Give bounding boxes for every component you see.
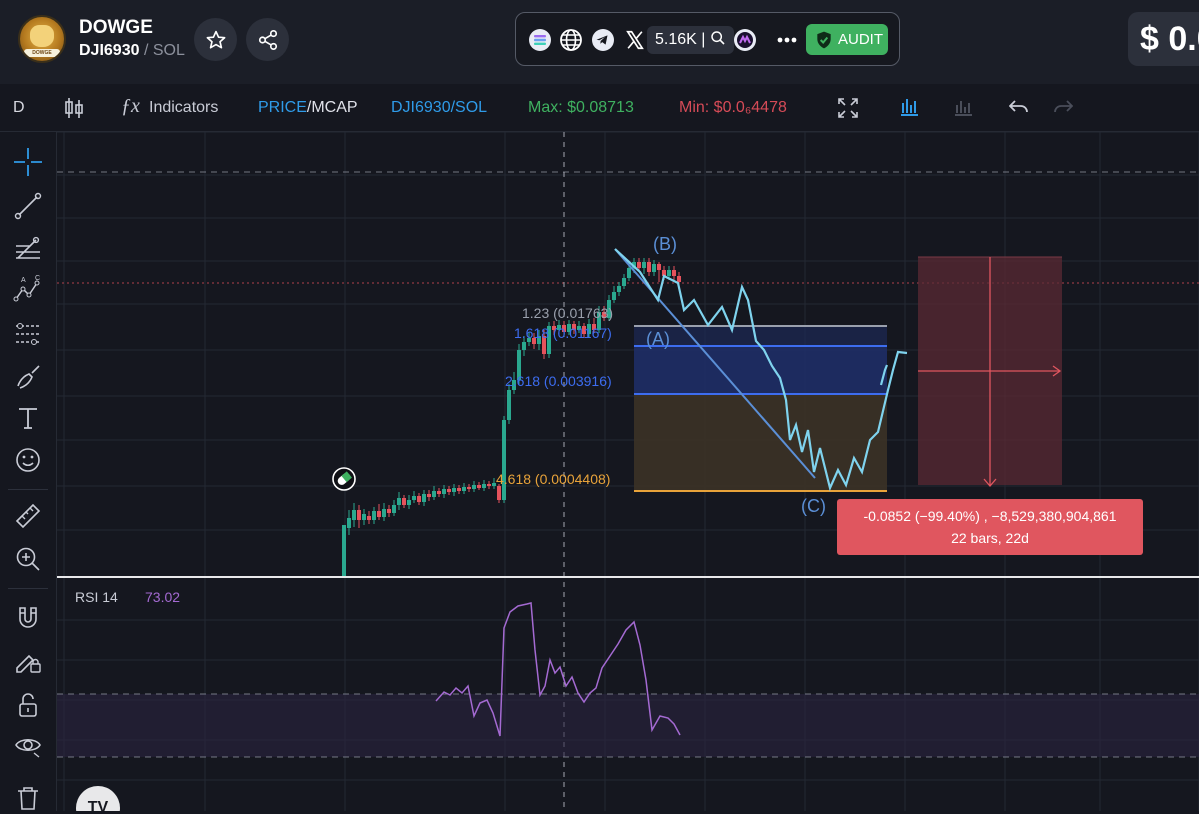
undo-icon[interactable] (1009, 99, 1029, 115)
token-header: DOWGE DOWGE DJI6930 / SOL 5.16K | AUDIT … (0, 0, 1199, 84)
fib-tool[interactable] (12, 232, 44, 264)
favorite-button[interactable] (194, 18, 237, 61)
price-display: $ 0.0 (1128, 12, 1199, 66)
unlock-icon (19, 693, 37, 717)
measure-range-box[interactable] (918, 256, 1062, 487)
measure-tool[interactable] (12, 500, 44, 532)
drawing-tools-sidebar: AC (0, 132, 57, 811)
pattern-tool[interactable]: AC (12, 274, 44, 306)
price-chart[interactable]: 1.23 (0.01763) 1.618 (0.01167) 2.618 (0.… (57, 132, 1199, 811)
emoji-tool[interactable] (12, 444, 44, 476)
rsi-value: 73.02 (145, 589, 180, 605)
wave-label-b: (B) (653, 234, 677, 254)
dex-icon[interactable] (733, 28, 757, 52)
measure-tooltip-line2: 22 bars, 22d (951, 530, 1029, 546)
fullscreen-icon[interactable] (838, 98, 858, 118)
shield-check-icon (817, 31, 831, 49)
max-price: Max: $0.08713 (528, 99, 634, 116)
pair-toggle[interactable]: DJI6930/SOL (391, 99, 487, 117)
crosshair-tool[interactable] (12, 146, 44, 178)
x-icon[interactable] (623, 28, 647, 52)
chart-style-icon[interactable] (899, 97, 919, 117)
price-mcap-toggle[interactable]: PRICE/MCAP (258, 99, 358, 117)
chart-toolbar: D ƒx Indicators PRICE/MCAP DJI6930/SOL M… (0, 85, 1199, 132)
wave-label-c: (C) (801, 496, 826, 516)
star-icon (206, 30, 225, 49)
min-price: Min: $0.0₆4478 (679, 99, 787, 116)
svg-text:TV: TV (88, 799, 109, 811)
magnet-tool[interactable] (12, 602, 44, 634)
crosshair-icon (14, 148, 42, 176)
long-position-icon (16, 323, 40, 345)
abc-pattern-icon: AC (13, 275, 40, 302)
token-logo: DOWGE (18, 15, 66, 63)
zoom-in-icon (16, 547, 40, 571)
interval-button[interactable]: D (13, 99, 25, 117)
magnet-icon (19, 607, 37, 628)
indicators-button[interactable]: Indicators (149, 99, 218, 117)
solana-icon[interactable] (528, 28, 552, 52)
text-tool[interactable] (12, 402, 44, 434)
chart-compare-icon[interactable] (953, 97, 973, 117)
zoom-tool[interactable] (12, 543, 44, 575)
fib-label-1-23: 1.23 (0.01763) (522, 305, 613, 321)
pill-marker[interactable] (332, 467, 356, 491)
telegram-icon[interactable] (591, 28, 615, 52)
pencil-lock-icon (16, 654, 41, 673)
trendline-tool[interactable] (12, 190, 44, 222)
wave-label-a: (A) (646, 329, 670, 349)
svg-text:A: A (21, 277, 26, 284)
trendline-icon (14, 192, 42, 220)
fib-label-4-618: 4.618 (0.0004408) (496, 471, 610, 487)
globe-icon[interactable] (559, 28, 583, 52)
text-icon (19, 408, 37, 429)
follower-count[interactable]: 5.16K | (647, 26, 734, 54)
more-icon[interactable] (775, 28, 799, 52)
fib-label-1-618: 1.618 (0.01167) (514, 325, 612, 341)
position-tool[interactable] (12, 318, 44, 350)
brush-icon (17, 365, 40, 389)
rsi-label: RSI 14 (75, 589, 118, 605)
fx-icon: ƒx (121, 95, 140, 117)
measure-tooltip: -0.0852 (−99.40%) , −8,529,380,904,861 2… (837, 499, 1143, 555)
candlestick-series (342, 258, 681, 577)
ruler-icon (15, 503, 41, 529)
visibility-tool[interactable] (12, 729, 44, 761)
lock-all-tool[interactable] (12, 689, 44, 721)
pitchfork-icon (16, 236, 40, 259)
fib-label-2-618: 2.618 (0.003916) (505, 373, 612, 389)
brush-tool[interactable] (12, 360, 44, 392)
trash-icon (18, 787, 38, 810)
rsi-pane: RSI 14 73.02 (57, 589, 1199, 758)
candlestick-type-icon[interactable] (64, 96, 84, 120)
eye-icon (15, 738, 41, 758)
tradingview-logo: TV (76, 786, 120, 811)
token-name: DOWGE (79, 17, 153, 38)
redo-icon[interactable] (1053, 99, 1073, 115)
share-button[interactable] (246, 18, 289, 61)
delete-tool[interactable] (12, 782, 44, 814)
svg-text:C: C (35, 275, 40, 282)
fib-extension-zone[interactable] (634, 325, 887, 492)
token-pair: DJI6930 / SOL (79, 42, 185, 59)
smiley-icon (16, 448, 40, 472)
measure-tooltip-line1: -0.0852 (−99.40%) , −8,529,380,904,861 (864, 508, 1117, 524)
lock-drawing-tool[interactable] (12, 645, 44, 677)
share-icon (258, 29, 277, 50)
search-icon[interactable] (710, 30, 726, 46)
audit-button[interactable]: AUDIT (806, 24, 888, 55)
